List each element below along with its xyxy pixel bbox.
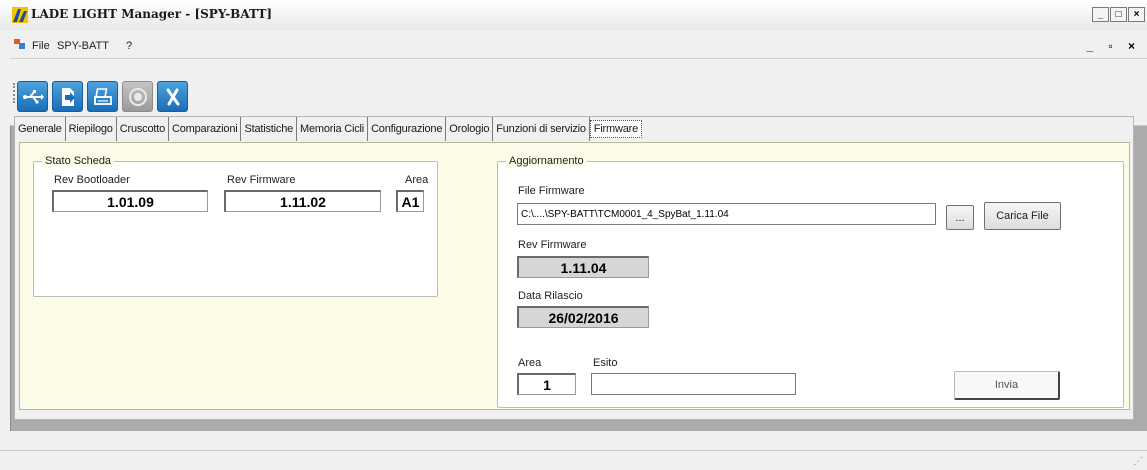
firmware-panel: Stato Scheda Rev Bootloader 1.01.09 Rev … <box>19 142 1130 410</box>
esito-field <box>591 373 796 395</box>
tab-configurazione[interactable]: Configurazione <box>368 117 447 141</box>
window-title: LADE LIGHT Manager - [SPY-BATT] <box>31 7 273 21</box>
export-button[interactable] <box>52 81 83 112</box>
invia-button[interactable]: Invia <box>954 371 1060 400</box>
toolbar-grip[interactable] <box>13 83 16 103</box>
menu-spy-batt[interactable]: SPY-BATT <box>57 40 109 52</box>
resize-grip-icon[interactable]: ⋰ <box>1133 456 1145 468</box>
area-label: Area <box>405 174 429 186</box>
send-area-label: Area <box>518 357 542 369</box>
close-x-icon <box>166 88 179 105</box>
menu-file[interactable]: File <box>32 40 50 52</box>
usb-icon <box>22 89 44 104</box>
usb-connect-button[interactable] <box>17 81 48 112</box>
data-rilascio-value: 26/02/2016 <box>517 306 649 328</box>
aggiornamento-title: Aggiornamento <box>506 155 587 167</box>
esito-label: Esito <box>593 357 618 369</box>
data-rilascio-label: Data Rilascio <box>518 290 583 302</box>
tab-strip: Generale Riepilogo Cruscotto Comparazion… <box>15 117 643 141</box>
mdi-child-controls[interactable]: _ ▫ × <box>1086 39 1141 53</box>
app-logo-icon <box>12 7 28 23</box>
window-controls: _ □ × <box>1091 7 1145 22</box>
tab-comparazioni[interactable]: Comparazioni <box>169 117 242 141</box>
file-firmware-label: File Firmware <box>518 185 585 197</box>
menu-help[interactable]: ? <box>126 40 132 52</box>
record-icon <box>128 87 147 106</box>
tab-funzioni-di-servizio[interactable]: Funzioni di servizio <box>493 117 590 141</box>
minimize-button[interactable]: _ <box>1092 7 1109 22</box>
tab-statistiche[interactable]: Statistiche <box>241 117 298 141</box>
new-rev-firmware-label: Rev Firmware <box>518 239 587 251</box>
status-bar: ⋰ <box>0 450 1147 470</box>
export-icon <box>61 87 75 106</box>
rev-bootloader-value: 1.01.09 <box>52 190 208 212</box>
rev-firmware-label: Rev Firmware <box>227 174 296 186</box>
new-rev-firmware-value: 1.11.04 <box>517 256 649 278</box>
menu-bar: File SPY-BATT ? _ ▫ × <box>0 30 1147 53</box>
tab-control: Generale Riepilogo Cruscotto Comparazion… <box>14 116 1134 420</box>
tab-firmware[interactable]: Firmware <box>589 120 643 138</box>
rev-firmware-value: 1.11.02 <box>224 190 381 212</box>
tab-generale[interactable]: Generale <box>15 117 66 141</box>
title-bar: LADE LIGHT Manager - [SPY-BATT] _ □ × <box>0 0 1147 30</box>
record-button[interactable] <box>122 81 153 112</box>
tab-memoria-cicli[interactable]: Memoria Cicli <box>297 117 369 141</box>
stato-scheda-group: Stato Scheda Rev Bootloader 1.01.09 Rev … <box>33 155 438 297</box>
close-button[interactable]: × <box>1128 7 1145 22</box>
stato-scheda-title: Stato Scheda <box>42 155 115 167</box>
area-value: A1 <box>396 190 424 212</box>
tab-orologio[interactable]: Orologio <box>446 117 494 141</box>
tab-cruscotto[interactable]: Cruscotto <box>117 117 170 141</box>
maximize-button[interactable]: □ <box>1110 7 1127 22</box>
print-icon <box>93 87 112 105</box>
send-area-value[interactable]: 1 <box>517 373 576 395</box>
mdi-window-icon[interactable] <box>14 39 25 49</box>
rev-bootloader-label: Rev Bootloader <box>54 174 130 186</box>
cancel-button[interactable] <box>157 81 188 112</box>
aggiornamento-group: Aggiornamento File Firmware C:\....\SPY-… <box>497 155 1124 408</box>
print-button[interactable] <box>87 81 118 112</box>
browse-button[interactable]: ... <box>946 205 974 230</box>
tab-riepilogo[interactable]: Riepilogo <box>66 117 117 141</box>
file-firmware-path[interactable]: C:\....\SPY-BATT\TCM0001_4_SpyBat_1.11.0… <box>517 203 936 225</box>
carica-file-button[interactable]: Carica File <box>984 202 1061 230</box>
